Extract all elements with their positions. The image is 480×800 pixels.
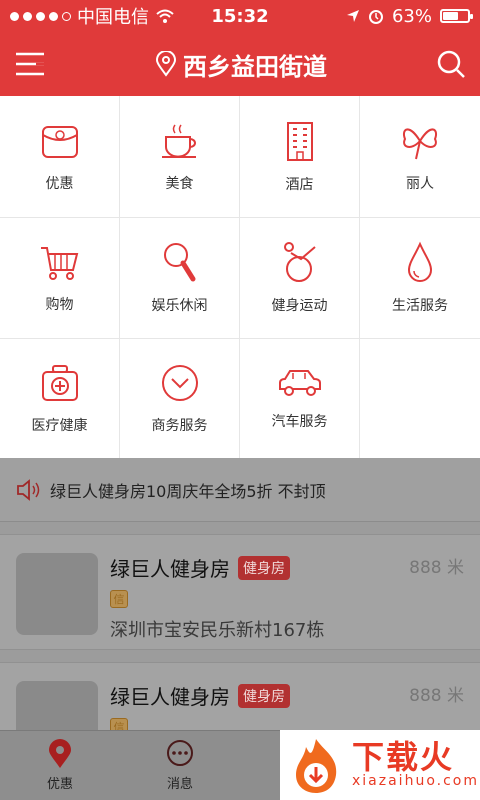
watermark-sub: xiazaihuo.com (352, 773, 479, 789)
chevron-circle-icon (161, 365, 198, 401)
listing-name-row: 绿巨人健身房 健身房 (110, 681, 290, 710)
category-tag: 健身房 (238, 555, 290, 580)
butterfly-icon (403, 128, 437, 159)
watermark: 下载火 xiazaihuo.com (280, 730, 480, 800)
category-label: 丽人 (406, 175, 434, 192)
category-label: 优惠 (45, 175, 74, 192)
category-label: 汽车服务 (271, 414, 328, 430)
search-icon[interactable] (436, 49, 466, 79)
tab-deals[interactable]: 优惠 (0, 731, 120, 800)
listing-thumbnail (16, 553, 98, 635)
battery-percent: 63% (391, 5, 432, 27)
shopping-cart-icon (40, 247, 78, 280)
tab-label: 优惠 (46, 777, 73, 792)
category-entertainment[interactable]: 娱乐休闲 (120, 217, 240, 338)
location-pin-icon (155, 51, 177, 77)
listing-name-row: 绿巨人健身房 健身房 (110, 553, 324, 582)
category-coupon[interactable]: 优惠 (0, 96, 120, 217)
alarm-icon (368, 10, 383, 24)
carrier-name: 中国电信 (77, 7, 149, 28)
category-hotel[interactable]: 酒店 (240, 96, 360, 217)
drumstick-icon (163, 243, 195, 282)
listing-name: 绿巨人健身房 (110, 557, 230, 581)
category-label: 娱乐休闲 (151, 298, 208, 314)
flame-logo-icon (296, 739, 337, 793)
coupon-icon (41, 125, 78, 158)
category-label: 生活服务 (392, 298, 448, 314)
location-pin-icon (49, 739, 71, 768)
fitness-ball-icon (283, 242, 316, 282)
listing-name: 绿巨人健身房 (110, 685, 230, 709)
watermark-main: 下载火 (352, 738, 455, 776)
tab-messages[interactable]: 消息 (120, 731, 240, 800)
category-label: 医疗健康 (31, 418, 88, 434)
tab-label: 消息 (166, 777, 193, 792)
category-fitness[interactable]: 健身运动 (240, 217, 360, 338)
listing-address: 深圳市宝安民乐新村167栋 (110, 620, 325, 641)
category-label: 酒店 (285, 176, 314, 193)
location-title-text: 西乡益田街道 (183, 52, 327, 81)
nav-bar: 西乡益田街道 (0, 32, 480, 96)
car-icon (278, 370, 321, 396)
water-drop-icon (407, 241, 433, 282)
signal-icon (10, 11, 71, 21)
category-life-service[interactable]: 生活服务 (360, 217, 480, 338)
wifi-icon (156, 9, 174, 23)
category-empty (360, 338, 480, 459)
category-label: 美食 (165, 175, 194, 192)
coffee-cup-icon (161, 124, 196, 158)
category-label: 购物 (45, 297, 74, 313)
credit-badge: 信 (110, 590, 128, 608)
menu-icon[interactable] (14, 51, 46, 77)
category-label: 商务服务 (151, 418, 208, 434)
category-auto[interactable]: 汽车服务 (240, 338, 360, 459)
category-business[interactable]: 商务服务 (120, 338, 240, 459)
location-title[interactable]: 西乡益田街道 (155, 47, 327, 82)
listing-distance: 888 米 (409, 558, 464, 578)
battery-icon (440, 9, 473, 23)
medical-kit-icon (41, 365, 78, 401)
status-bar: 中国电信 15:32 63% (0, 0, 480, 32)
category-tag: 健身房 (238, 683, 290, 708)
listing-info: 绿巨人健身房 健身房 信 深圳市宝安民乐新村167栋 (110, 553, 324, 641)
status-left: 中国电信 (10, 3, 175, 29)
notice-text: 绿巨人健身房10周庆年全场5折 不封顶 (50, 481, 326, 501)
speaker-icon (17, 478, 40, 501)
chat-bubble-icon (167, 740, 193, 766)
category-shopping[interactable]: 购物 (0, 217, 120, 338)
status-right: 63% (346, 5, 473, 27)
category-label: 健身运动 (271, 298, 328, 314)
category-beauty[interactable]: 丽人 (360, 96, 480, 217)
category-grid: 优惠 美食 酒店 丽人 购物 娱乐休闲 健身运动 生活服务 医疗健康 商务服务 … (0, 96, 480, 460)
category-medical[interactable]: 医疗健康 (0, 338, 120, 459)
notice-bar[interactable]: 绿巨人健身房10周庆年全场5折 不封顶 (0, 458, 480, 522)
location-arrow-icon (346, 10, 359, 22)
hotel-building-icon (286, 121, 313, 161)
listing-card[interactable]: 绿巨人健身房 健身房 信 深圳市宝安民乐新村167栋 888 米 (0, 534, 480, 650)
listing-distance: 888 米 (409, 686, 464, 706)
watermark-text: 下载火 xiazaihuo.com (352, 741, 479, 789)
category-food[interactable]: 美食 (120, 96, 240, 217)
